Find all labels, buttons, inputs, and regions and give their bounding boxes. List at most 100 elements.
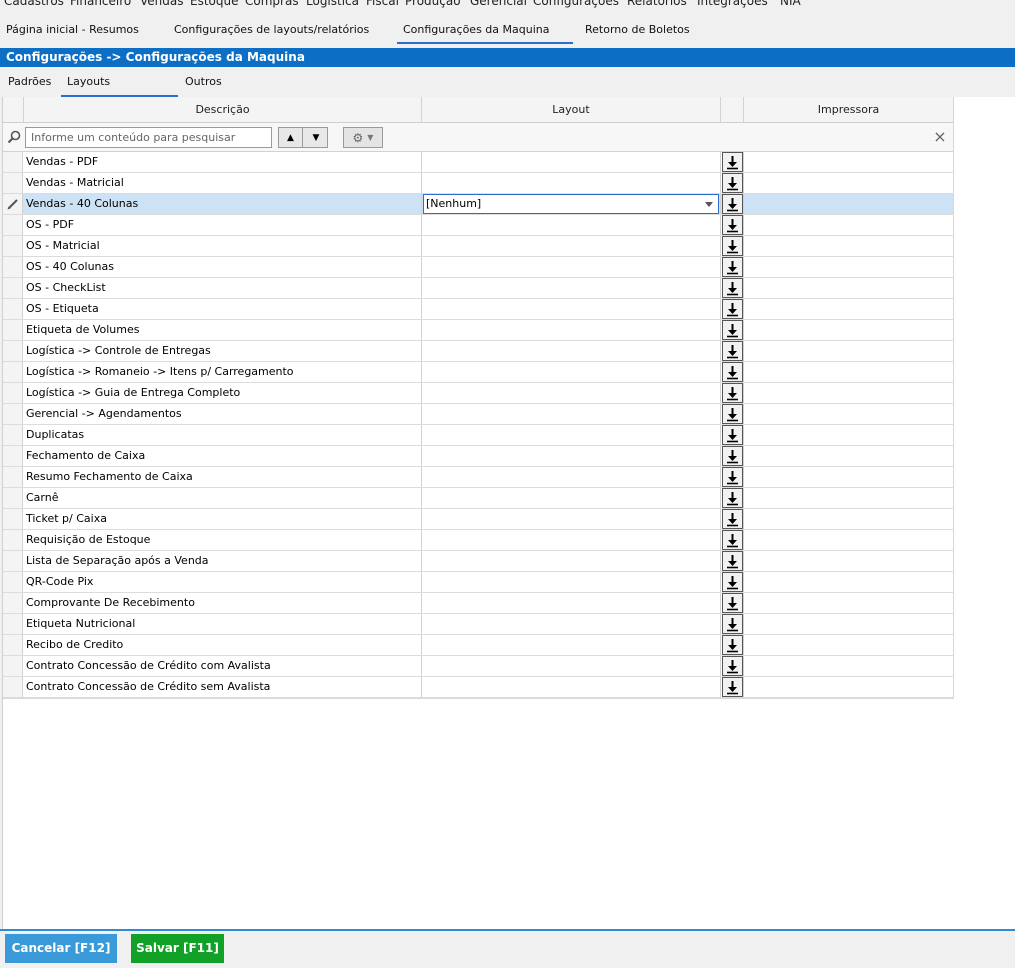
table-row[interactable]: Vendas - PDF <box>3 152 953 173</box>
cell-layout[interactable] <box>422 509 721 529</box>
cell-impressora[interactable] <box>744 425 953 445</box>
cell-descricao[interactable]: Recibo de Credito <box>24 635 422 655</box>
table-row[interactable]: Resumo Fechamento de Caixa <box>3 467 953 488</box>
cell-descricao[interactable]: Comprovante De Recebimento <box>24 593 422 613</box>
cell-layout[interactable] <box>422 677 721 697</box>
header-impressora[interactable]: Impressora <box>744 97 953 123</box>
menu-estoque[interactable]: Estoque <box>190 0 239 8</box>
header-layout[interactable]: Layout <box>422 97 721 123</box>
table-row[interactable]: Recibo de Credito <box>3 635 953 656</box>
cell-descricao[interactable]: Etiqueta de Volumes <box>24 320 422 340</box>
download-button[interactable] <box>722 656 743 676</box>
cell-layout[interactable] <box>422 404 721 424</box>
cell-layout[interactable] <box>422 656 721 676</box>
cell-descricao[interactable]: OS - PDF <box>24 215 422 235</box>
download-button[interactable] <box>722 635 743 655</box>
download-button[interactable] <box>722 299 743 319</box>
cell-descricao[interactable]: OS - Matricial <box>24 236 422 256</box>
cell-impressora[interactable] <box>744 194 953 214</box>
table-row[interactable]: Lista de Separação após a Venda <box>3 551 953 572</box>
cell-impressora[interactable] <box>744 614 953 634</box>
menu-fiscal[interactable]: Fiscal <box>366 0 399 8</box>
cell-descricao[interactable]: Fechamento de Caixa <box>24 446 422 466</box>
next-button[interactable]: ▼ <box>304 128 328 147</box>
cell-descricao[interactable]: OS - 40 Colunas <box>24 257 422 277</box>
cell-impressora[interactable] <box>744 551 953 571</box>
prev-button[interactable]: ▲ <box>279 128 303 147</box>
download-button[interactable] <box>722 467 743 487</box>
cell-descricao[interactable]: Resumo Fechamento de Caixa <box>24 467 422 487</box>
download-button[interactable] <box>722 152 743 172</box>
close-search-button[interactable]: × <box>932 127 948 147</box>
cell-impressora[interactable] <box>744 257 953 277</box>
subtab-layouts-fastreport[interactable]: Layouts FastReport <box>61 67 178 118</box>
menu-compras[interactable]: Compras <box>245 0 299 8</box>
cell-impressora[interactable] <box>744 488 953 508</box>
cell-impressora[interactable] <box>744 593 953 613</box>
cell-descricao[interactable]: Lista de Separação após a Venda <box>24 551 422 571</box>
cell-layout[interactable] <box>422 530 721 550</box>
table-row[interactable]: Comprovante De Recebimento <box>3 593 953 614</box>
cell-impressora[interactable] <box>744 278 953 298</box>
menu-financeiro[interactable]: Financeiro <box>70 0 131 8</box>
download-button[interactable] <box>722 215 743 235</box>
cell-layout[interactable] <box>422 614 721 634</box>
cell-layout[interactable] <box>422 572 721 592</box>
save-button[interactable]: Salvar [F11] <box>131 934 224 963</box>
download-button[interactable] <box>722 341 743 361</box>
cell-descricao[interactable]: Duplicatas <box>24 425 422 445</box>
subtab-padroes[interactable]: Padrões <box>2 67 57 97</box>
tab-pagina-inicial[interactable]: Página inicial - Resumos <box>0 16 145 44</box>
cell-impressora[interactable] <box>744 509 953 529</box>
menu-vendas[interactable]: Vendas <box>140 0 184 8</box>
cell-descricao[interactable]: OS - Etiqueta <box>24 299 422 319</box>
cell-descricao[interactable]: Vendas - Matricial <box>24 173 422 193</box>
cell-impressora[interactable] <box>744 152 953 172</box>
table-row[interactable]: Etiqueta de Volumes <box>3 320 953 341</box>
table-row[interactable]: OS - PDF <box>3 215 953 236</box>
table-row[interactable]: Contrato Concessão de Crédito sem Avalis… <box>3 677 953 698</box>
table-row[interactable]: Etiqueta Nutricional <box>3 614 953 635</box>
menu-cadastros[interactable]: Cadastros <box>4 0 64 8</box>
download-button[interactable] <box>722 593 743 613</box>
table-row[interactable]: Logística -> Romaneio -> Itens p/ Carreg… <box>3 362 953 383</box>
table-row[interactable]: Logística -> Controle de Entregas <box>3 341 953 362</box>
cell-descricao[interactable]: Vendas - PDF <box>24 152 422 172</box>
cancel-button[interactable]: Cancelar [F12] <box>5 934 117 963</box>
cell-impressora[interactable] <box>744 320 953 340</box>
cell-layout[interactable] <box>422 593 721 613</box>
cell-impressora[interactable] <box>744 656 953 676</box>
header-descricao[interactable]: Descrição <box>24 97 422 123</box>
download-button[interactable] <box>722 257 743 277</box>
layout-select[interactable]: [Nenhum] <box>423 194 719 214</box>
menu-producao[interactable]: Produção <box>405 0 461 8</box>
search-input[interactable] <box>25 127 272 148</box>
download-button[interactable] <box>722 194 743 214</box>
table-row[interactable]: OS - Matricial <box>3 236 953 257</box>
cell-layout[interactable] <box>422 299 721 319</box>
cell-descricao[interactable]: Requisição de Estoque <box>24 530 422 550</box>
cell-descricao[interactable]: Gerencial -> Agendamentos <box>24 404 422 424</box>
cell-layout[interactable] <box>422 467 721 487</box>
cell-descricao[interactable]: Logística -> Controle de Entregas <box>24 341 422 361</box>
cell-layout[interactable]: [Nenhum] <box>422 194 721 214</box>
cell-impressora[interactable] <box>744 383 953 403</box>
cell-descricao[interactable]: OS - CheckList <box>24 278 422 298</box>
download-button[interactable] <box>722 572 743 592</box>
options-button[interactable]: ⚙ ▼ <box>343 127 383 148</box>
cell-layout[interactable] <box>422 551 721 571</box>
menu-integracoes[interactable]: Integrações <box>697 0 768 8</box>
menu-relatorios[interactable]: Relatórios <box>627 0 687 8</box>
cell-impressora[interactable] <box>744 446 953 466</box>
download-button[interactable] <box>722 383 743 403</box>
table-row[interactable]: Contrato Concessão de Crédito com Avalis… <box>3 656 953 677</box>
cell-descricao[interactable]: Contrato Concessão de Crédito sem Avalis… <box>24 677 422 697</box>
menu-gerencial[interactable]: Gerencial <box>470 0 527 8</box>
cell-layout[interactable] <box>422 320 721 340</box>
cell-impressora[interactable] <box>744 215 953 235</box>
download-button[interactable] <box>722 404 743 424</box>
cell-impressora[interactable] <box>744 341 953 361</box>
cell-descricao[interactable]: QR-Code Pix <box>24 572 422 592</box>
table-row[interactable]: Gerencial -> Agendamentos <box>3 404 953 425</box>
cell-layout[interactable] <box>422 425 721 445</box>
